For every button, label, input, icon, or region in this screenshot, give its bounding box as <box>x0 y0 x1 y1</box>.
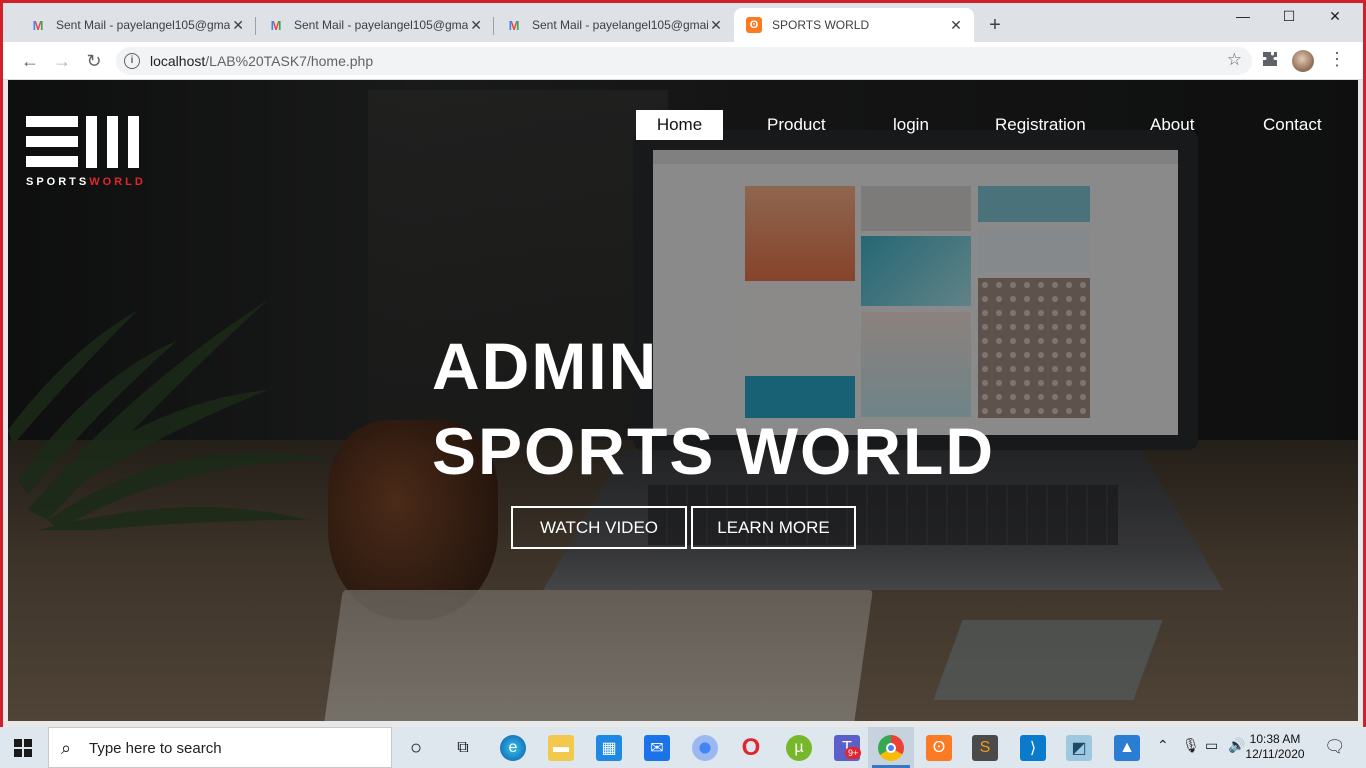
photos-icon[interactable]: ▲ <box>1114 735 1140 761</box>
search-icon: ⌕ <box>61 738 72 758</box>
sublime-text-icon[interactable]: S <box>972 735 998 761</box>
clock-time: 10:38 AM <box>1249 732 1301 746</box>
browser-toolbar: ← → ↻ i localhost/LAB%20TASK7/home.php ☆… <box>0 42 1366 80</box>
chrome-icon[interactable] <box>878 735 904 761</box>
battery-icon[interactable]: ▭ <box>1205 737 1218 754</box>
taskbar-clock[interactable]: 10:38 AM 12/11/2020 <box>1244 732 1306 762</box>
chrome-blue-icon[interactable] <box>692 735 718 761</box>
search-placeholder: Type here to search <box>89 740 222 757</box>
tab-title: Sent Mail - payelangel105@gmail.com <box>294 18 469 32</box>
app-icon[interactable]: ◩ <box>1066 735 1092 761</box>
profile-avatar[interactable] <box>1292 50 1314 72</box>
vscode-icon[interactable]: ⟩ <box>1020 735 1046 761</box>
tab-title: Sent Mail - payelangel105@gmail.com <box>532 18 708 32</box>
browser-tab[interactable]: M Sent Mail - payelangel105@gmail.com ✕ <box>484 8 734 42</box>
clock-date: 12/11/2020 <box>1245 747 1305 761</box>
address-bar[interactable]: i localhost/LAB%20TASK7/home.php ☆ <box>116 47 1252 75</box>
store-icon[interactable]: ▦ <box>596 735 622 761</box>
nav-registration[interactable]: Registration <box>995 110 1086 140</box>
nav-product[interactable]: Product <box>767 110 826 140</box>
bookmark-star-icon[interactable]: ☆ <box>1227 50 1242 70</box>
tab-title: SPORTS WORLD <box>772 18 870 32</box>
file-explorer-icon[interactable]: ▬ <box>548 735 574 761</box>
xampp-icon: ʘ <box>746 17 762 33</box>
microphone-icon[interactable]: 🎙 <box>1182 737 1200 754</box>
logo-word-white: SPORTS <box>26 176 90 188</box>
close-tab-icon[interactable]: ✕ <box>708 17 724 34</box>
nav-home[interactable]: Home <box>636 110 723 140</box>
site-logo[interactable]: SPORTSWORLD <box>26 116 146 190</box>
url-host: localhost <box>150 53 206 69</box>
cortana-icon[interactable]: ○ <box>403 735 429 761</box>
logo-wordmark: SPORTSWORLD <box>26 176 146 188</box>
edge-icon[interactable]: e <box>500 735 526 761</box>
browser-tab-active[interactable]: ʘ SPORTS WORLD ✕ <box>734 8 974 42</box>
nav-login[interactable]: login <box>893 110 929 140</box>
close-tab-icon[interactable]: ✕ <box>230 17 246 34</box>
volume-icon[interactable]: 🔊 <box>1228 737 1245 754</box>
close-window-button[interactable]: ✕ <box>1312 4 1358 28</box>
hero-title-line2: SPORTS WORLD <box>432 414 995 488</box>
reload-icon[interactable]: ↻ <box>83 50 105 72</box>
close-tab-icon[interactable]: ✕ <box>468 17 484 34</box>
extensions-puzzle-icon[interactable] <box>1262 51 1278 72</box>
notification-center-icon[interactable]: 🗨 <box>1324 737 1346 757</box>
gmail-icon: M <box>508 17 520 33</box>
close-tab-icon[interactable]: ✕ <box>948 17 964 34</box>
task-view-icon[interactable]: ⧉ <box>450 735 476 761</box>
browser-tab-strip: M Sent Mail - payelangel105@gmail.com ✕ … <box>0 0 1366 42</box>
gmail-icon: M <box>32 17 44 33</box>
maximize-button[interactable]: ☐ <box>1266 4 1312 28</box>
back-arrow-icon[interactable]: ← <box>19 50 41 72</box>
nav-contact[interactable]: Contact <box>1263 110 1322 140</box>
opera-icon[interactable]: O <box>738 734 764 761</box>
url-path: /LAB%20TASK7/home.php <box>205 53 374 69</box>
windows-start-icon[interactable] <box>14 739 32 757</box>
more-menu-icon[interactable]: ⋮ <box>1328 50 1346 68</box>
tray-chevron-icon[interactable]: ⌃ <box>1157 737 1169 754</box>
mail-icon[interactable]: ✉ <box>644 735 670 761</box>
browser-tab[interactable]: M Sent Mail - payelangel105@gmail.com ✕ <box>246 8 494 42</box>
logo-word-red: WORLD <box>89 176 146 188</box>
watch-video-button[interactable]: WATCH VIDEO <box>511 506 687 549</box>
taskbar-search-box[interactable]: ⌕ Type here to search <box>48 727 392 768</box>
utorrent-icon[interactable]: µ <box>786 735 812 761</box>
url-text[interactable]: localhost/LAB%20TASK7/home.php <box>150 53 373 69</box>
browser-tab[interactable]: M Sent Mail - payelangel105@gmail.com ✕ <box>8 8 256 42</box>
minimize-button[interactable]: — <box>1220 4 1266 28</box>
learn-more-button[interactable]: LEARN MORE <box>691 506 856 549</box>
web-page: SPORTSWORLD Home Product login Registrat… <box>8 80 1358 721</box>
hero-title: ADMIN SPORTS WORLD <box>432 324 995 494</box>
forward-arrow-icon[interactable]: → <box>51 50 73 72</box>
new-tab-button[interactable]: + <box>984 14 1006 36</box>
nav-about[interactable]: About <box>1150 110 1194 140</box>
hero-title-line1: ADMIN <box>432 329 659 403</box>
info-icon[interactable]: i <box>124 53 140 69</box>
gmail-icon: M <box>270 17 282 33</box>
tab-title: Sent Mail - payelangel105@gmail.com <box>56 18 231 32</box>
xampp-icon[interactable]: ʘ <box>926 735 952 761</box>
windows-taskbar: ⌕ Type here to search ○ ⧉ e ▬ ▦ ✉ O µ T … <box>0 727 1366 768</box>
logo-bars-icon <box>26 116 139 168</box>
teams-badge: 9+ <box>845 747 862 759</box>
